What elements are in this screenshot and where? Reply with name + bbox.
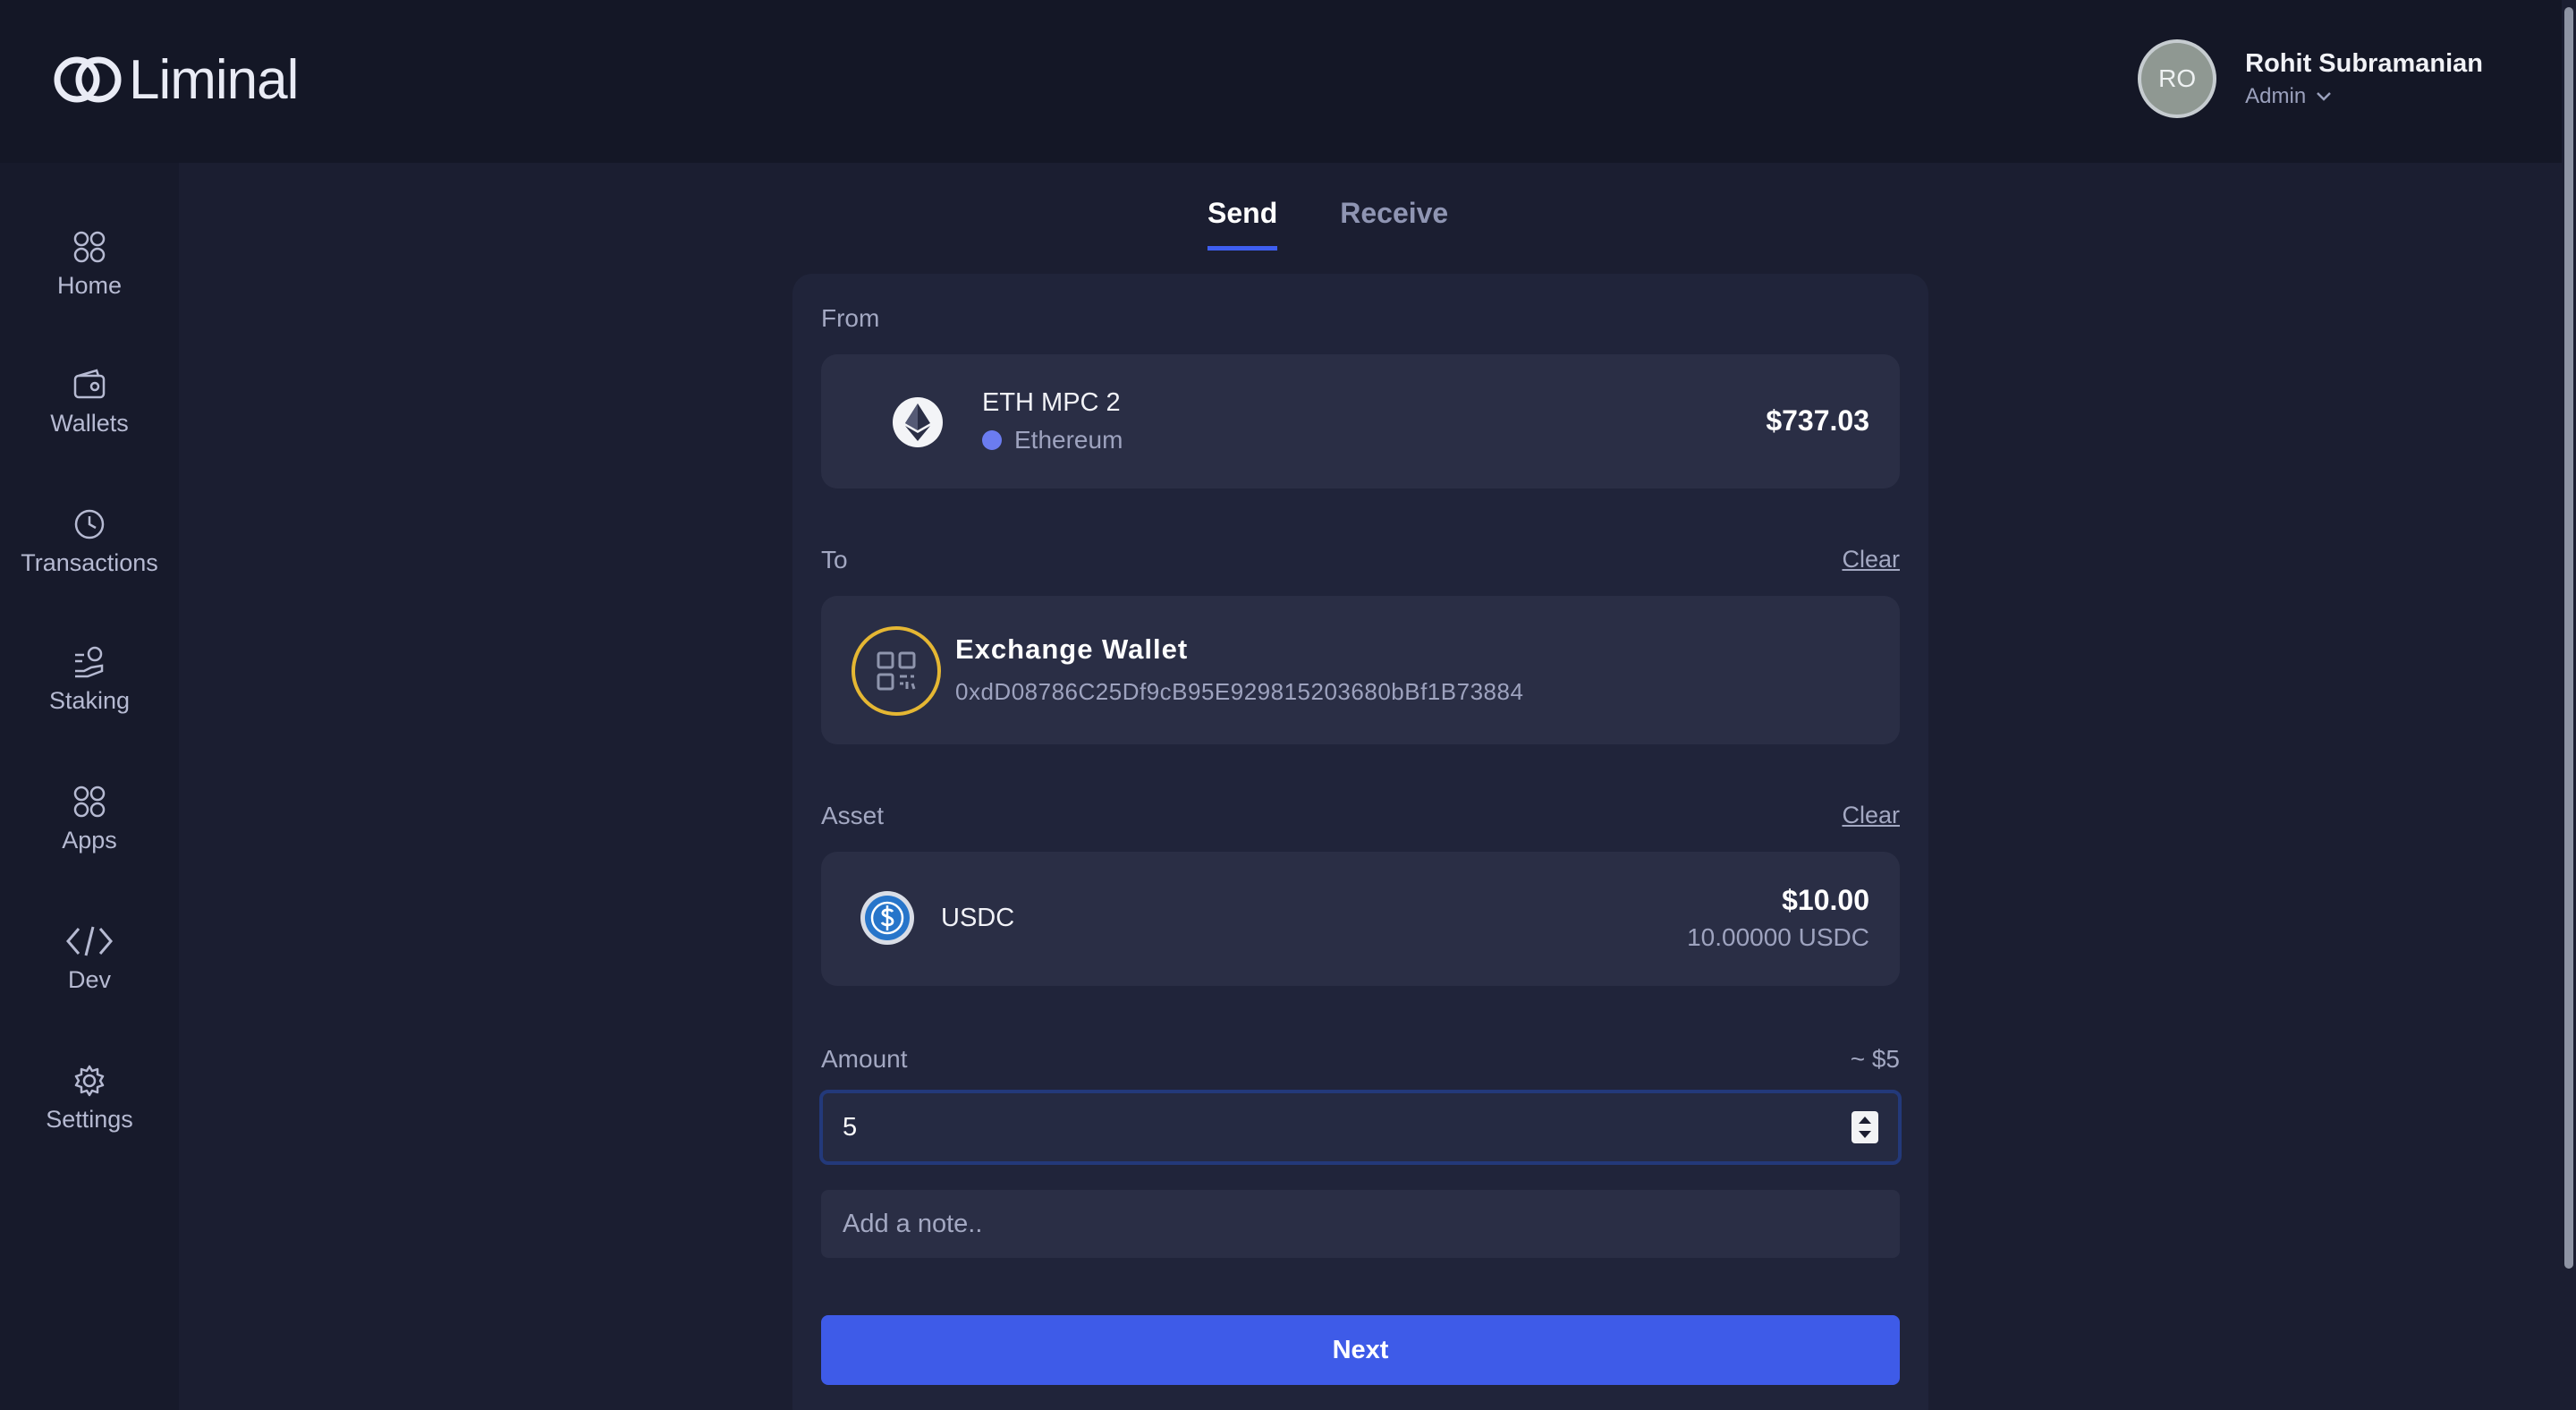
sidebar-item-label: Wallets — [50, 410, 129, 437]
user-info: Rohit Subramanian Admin — [2245, 49, 2483, 109]
sidebar-item-apps[interactable]: Apps — [0, 784, 179, 854]
amount-input[interactable] — [843, 1093, 1826, 1161]
stepper-arrows-icon — [1859, 1117, 1871, 1138]
sidebar-item-transactions[interactable]: Transactions — [0, 506, 179, 577]
asset-name: USDC — [941, 904, 1015, 932]
staking-icon — [75, 646, 104, 678]
from-wallet-panel[interactable]: ETH MPC 2 Ethereum $737.03 — [821, 354, 1900, 488]
sidebar-item-label: Staking — [48, 687, 131, 714]
asset-clear-link[interactable]: Clear — [1842, 802, 1900, 829]
amount-usd-estimate: ~ $5 — [1850, 1045, 1900, 1073]
sidebar-item-label: Apps — [62, 827, 117, 854]
ethereum-icon — [893, 397, 943, 447]
network-name: Ethereum — [1014, 426, 1123, 454]
amount-stepper[interactable] — [1852, 1111, 1878, 1143]
from-wallet-name: ETH MPC 2 — [982, 388, 1121, 417]
asset-panel[interactable]: USDC $10.00 10.00000 USDC — [821, 852, 1900, 986]
sidebar: Home Wallets Transactions Staking Apps D… — [0, 163, 179, 1410]
send-form-card: From ETH MPC 2 Ethereum $737.03 To Clear — [792, 274, 1928, 1410]
from-network: Ethereum — [982, 426, 1123, 454]
top-header: Liminal RO Rohit Subramanian Admin — [0, 0, 2562, 163]
from-label: From — [821, 304, 880, 332]
user-role-dropdown[interactable]: Admin — [2245, 84, 2483, 109]
avatar[interactable]: RO — [2138, 39, 2217, 118]
sidebar-item-label: Transactions — [21, 549, 158, 576]
amount-label: Amount — [821, 1045, 908, 1073]
sidebar-item-home[interactable]: Home — [0, 229, 179, 300]
user-role: Admin — [2245, 83, 2307, 108]
sidebar-item-label: Home — [56, 272, 123, 299]
liminal-logo-icon — [54, 56, 122, 103]
amount-field — [819, 1090, 1902, 1165]
grid-icon — [73, 786, 106, 818]
send-receive-tabs: Send Receive — [1208, 197, 1448, 251]
chevron-down-icon — [2317, 91, 2332, 101]
note-input[interactable] — [821, 1190, 1900, 1258]
asset-value-usd: $10.00 — [1782, 884, 1869, 916]
to-wallet-address: 0xdD08786C25Df9cB95E929815203680bBf1B738… — [955, 678, 1524, 705]
sidebar-item-dev[interactable]: Dev — [0, 923, 179, 994]
sidebar-item-settings[interactable]: Settings — [0, 1063, 179, 1134]
user-name: Rohit Subramanian — [2245, 48, 2483, 78]
to-wallet-name: Exchange Wallet — [955, 633, 1189, 665]
next-button[interactable]: Next — [821, 1315, 1900, 1385]
brand-logo[interactable]: Liminal — [52, 48, 299, 111]
from-wallet-balance: $737.03 — [1766, 404, 1869, 437]
usdc-icon — [860, 891, 914, 945]
asset-label: Asset — [821, 802, 885, 829]
sidebar-item-label: Dev — [67, 966, 111, 993]
clock-icon — [74, 509, 105, 539]
tab-send[interactable]: Send — [1208, 197, 1278, 251]
brand-name: Liminal — [129, 48, 299, 111]
scrollbar-thumb[interactable] — [2564, 7, 2573, 1269]
sidebar-item-label: Settings — [46, 1106, 133, 1133]
qr-code-icon — [852, 626, 941, 716]
gear-icon — [74, 1065, 105, 1097]
tab-receive[interactable]: Receive — [1340, 197, 1448, 251]
to-wallet-panel[interactable]: Exchange Wallet 0xdD08786C25Df9cB95E9298… — [821, 596, 1900, 744]
asset-amount: 10.00000 USDC — [1687, 923, 1869, 951]
to-label: To — [821, 546, 848, 573]
user-menu[interactable]: RO Rohit Subramanian Admin — [2138, 39, 2483, 118]
sidebar-item-staking[interactable]: Staking — [0, 644, 179, 715]
code-icon — [66, 926, 113, 956]
wallet-icon — [73, 369, 106, 399]
to-clear-link[interactable]: Clear — [1842, 546, 1900, 573]
app-window: Liminal RO Rohit Subramanian Admin Home … — [0, 0, 2576, 1410]
grid-icon — [73, 231, 106, 263]
page-scrollbar[interactable] — [2562, 0, 2576, 1410]
network-dot-icon — [982, 430, 1002, 450]
sidebar-item-wallets[interactable]: Wallets — [0, 367, 179, 437]
